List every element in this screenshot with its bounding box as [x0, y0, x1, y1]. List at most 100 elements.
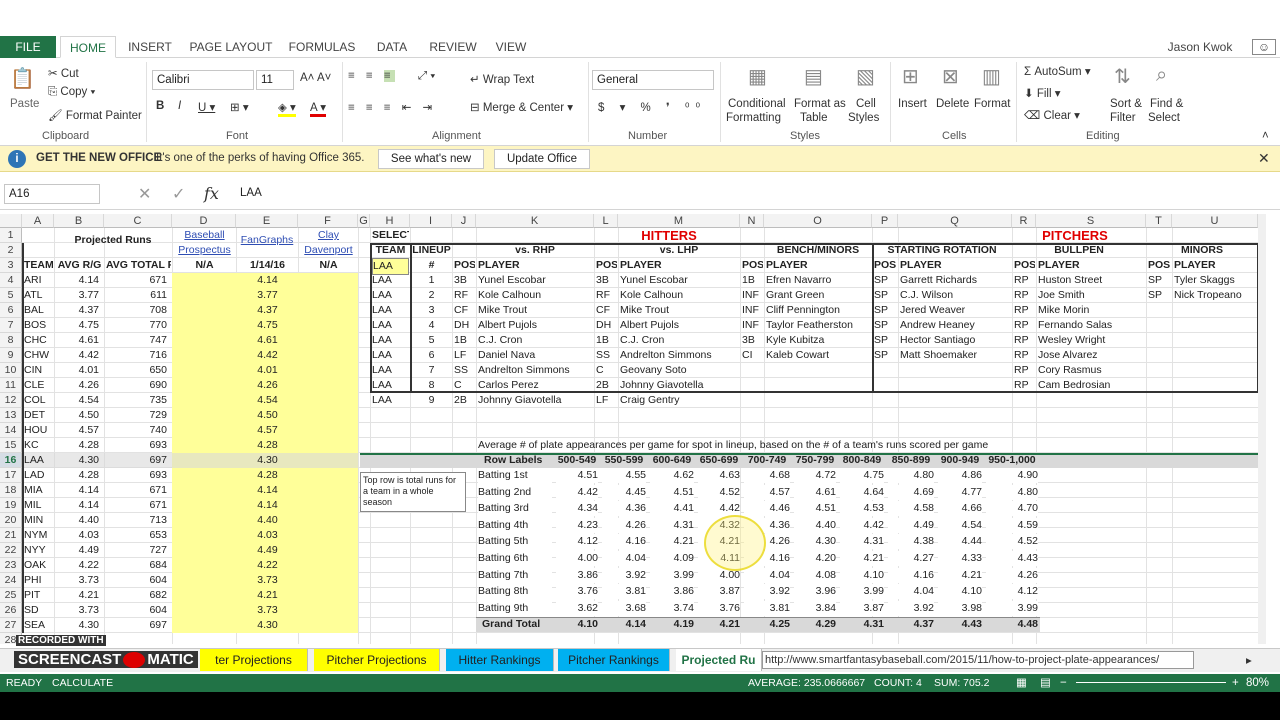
cut-button[interactable]: ✂ Cut — [48, 66, 79, 80]
tab-file[interactable]: FILE — [0, 36, 56, 58]
user-avatar[interactable]: ☺ — [1252, 39, 1276, 55]
font-color-icon[interactable]: A ▾ — [310, 100, 327, 117]
tab-insert[interactable]: INSERT — [122, 36, 178, 58]
column-header[interactable]: G — [358, 214, 370, 228]
column-header[interactable]: I — [410, 214, 452, 228]
pivot-header-cell[interactable]: 650-699 — [698, 453, 740, 468]
row-header[interactable]: 4 — [0, 273, 22, 288]
vertical-scrollbar[interactable] — [1258, 214, 1266, 644]
zoom-out-icon[interactable]: − — [1060, 674, 1067, 692]
fill-button[interactable]: ⬇ Fill ▾ — [1024, 86, 1061, 100]
tab-page-layout[interactable]: PAGE LAYOUT — [186, 36, 276, 58]
column-header[interactable]: E — [236, 214, 298, 228]
cell-styles-button[interactable]: Cell — [856, 98, 876, 110]
row-header[interactable]: 12 — [0, 393, 22, 408]
pivot-header-cell[interactable]: 500-549 — [556, 453, 598, 468]
column-header[interactable]: L — [594, 214, 618, 228]
zoom-in-icon[interactable]: + — [1232, 674, 1239, 692]
formula-input[interactable]: LAA — [236, 184, 1276, 204]
font-name-select[interactable]: Calibri — [152, 70, 254, 90]
format-as-table-button[interactable]: Format as — [794, 98, 846, 110]
column-header[interactable]: R — [1012, 214, 1036, 228]
column-header[interactable]: P — [872, 214, 898, 228]
merge-center-button[interactable]: ⊟ Merge & Center ▾ — [470, 100, 573, 114]
autosum-button[interactable]: Σ AutoSum ▾ — [1024, 64, 1091, 78]
column-header[interactable]: K — [476, 214, 594, 228]
row-header[interactable]: 22 — [0, 543, 22, 558]
row-header[interactable]: 16 — [0, 453, 22, 468]
row-header[interactable]: 10 — [0, 363, 22, 378]
bold-button[interactable]: B — [156, 100, 164, 112]
delete-cells-button[interactable]: Delete — [936, 98, 969, 110]
row-header[interactable]: 17 — [0, 468, 22, 483]
tab-formulas[interactable]: FORMULAS — [286, 36, 358, 58]
column-header[interactable]: U — [1172, 214, 1258, 228]
format-painter-button[interactable]: 🖌 Format Painter — [48, 108, 142, 122]
normal-view-icon[interactable]: ▦ — [1016, 674, 1027, 692]
page-layout-icon[interactable]: ▤ — [1040, 674, 1051, 692]
pivot-header-cell[interactable]: 900-949 — [938, 453, 982, 468]
row-header[interactable]: 6 — [0, 303, 22, 318]
see-whats-new-button[interactable]: See what's new — [378, 149, 484, 169]
column-header[interactable]: T — [1146, 214, 1172, 228]
sort-filter-button[interactable]: Sort & — [1110, 98, 1142, 110]
column-header[interactable]: F — [298, 214, 358, 228]
update-office-button[interactable]: Update Office — [494, 149, 590, 169]
vertical-align-icons[interactable]: ≡ ≡ ≡ — [348, 70, 395, 82]
paste-icon[interactable]: 📋 — [10, 66, 35, 91]
sheet-tab-projected-runs[interactable]: Projected Ru — [676, 649, 762, 671]
link-fangraphs[interactable]: FanGraphs — [238, 233, 296, 248]
column-header[interactable]: B — [54, 214, 104, 228]
column-header[interactable]: M — [618, 214, 740, 228]
pivot-header-cell[interactable]: Row Labels — [478, 453, 552, 468]
number-format-icons[interactable]: $ ▾ % ❜ ⁰⁰ — [598, 100, 706, 114]
insert-cells-button[interactable]: Insert — [898, 98, 927, 110]
pivot-header-cell[interactable]: 800-849 — [840, 453, 884, 468]
column-header[interactable]: S — [1036, 214, 1146, 228]
underline-button[interactable]: U ▾ — [198, 100, 215, 114]
row-header[interactable]: 15 — [0, 438, 22, 453]
zoom-level[interactable]: 80% — [1246, 674, 1269, 692]
copy-button[interactable]: ⎘ Copy ▾ — [48, 86, 95, 99]
row-header[interactable]: 18 — [0, 483, 22, 498]
scroll-right-icon[interactable]: ▸ — [1246, 653, 1252, 667]
fill-color-icon[interactable]: ◈ ▾ — [278, 100, 296, 117]
row-header[interactable]: 25 — [0, 588, 22, 603]
function-icon[interactable]: fx — [204, 184, 219, 203]
row-header[interactable]: 1 — [0, 228, 22, 243]
sheet-tab-hitter-projections[interactable]: ter Projections — [200, 649, 308, 671]
horizontal-align-icons[interactable]: ≡ ≡ ≡ ⇤ ⇥ — [348, 100, 436, 114]
zoom-slider[interactable] — [1076, 682, 1226, 683]
user-name[interactable]: Jason Kwok — [1160, 36, 1240, 58]
cancel-icon[interactable]: ✕ — [138, 184, 151, 204]
column-header[interactable]: J — [452, 214, 476, 228]
tab-view[interactable]: VIEW — [490, 36, 532, 58]
column-header[interactable]: N — [740, 214, 764, 228]
clear-button[interactable]: ⌫ Clear ▾ — [1024, 108, 1080, 122]
name-box[interactable]: A16 — [4, 184, 100, 204]
orientation-icon[interactable]: ⤢ ▾ — [418, 70, 435, 83]
number-format-select[interactable]: General — [592, 70, 714, 90]
row-header[interactable]: 27 — [0, 618, 22, 633]
row-header[interactable]: 8 — [0, 333, 22, 348]
font-size-select[interactable]: 11 — [256, 70, 294, 90]
tab-review[interactable]: REVIEW — [424, 36, 482, 58]
format-cells-button[interactable]: Format — [974, 98, 1010, 110]
column-header[interactable]: H — [370, 214, 410, 228]
row-header[interactable]: 26 — [0, 603, 22, 618]
row-header[interactable]: 21 — [0, 528, 22, 543]
pivot-header-cell[interactable]: 550-599 — [602, 453, 646, 468]
spreadsheet-grid[interactable]: A B C D E F G H I J K L M N O P Q R S T U 1 2 3 4 5 6 7 8 9 10 11 12 13 14… — [0, 214, 1266, 644]
sheet-tab-pitcher-projections[interactable]: Pitcher Projections — [314, 649, 440, 671]
row-header[interactable]: 9 — [0, 348, 22, 363]
pivot-header-cell[interactable]: 950-1,000 — [986, 453, 1038, 468]
enter-icon[interactable]: ✓ — [172, 184, 185, 204]
row-header[interactable]: 20 — [0, 513, 22, 528]
grow-font-icon[interactable]: A˄ A˅ — [300, 72, 331, 84]
column-header[interactable]: D — [172, 214, 236, 228]
status-calculate[interactable]: CALCULATE — [52, 674, 113, 692]
wrap-text-button[interactable]: ↵ Wrap Text — [470, 72, 534, 86]
column-header[interactable]: A — [22, 214, 54, 228]
conditional-formatting-button[interactable]: Conditional — [728, 98, 786, 110]
row-header[interactable]: 3 — [0, 258, 22, 273]
